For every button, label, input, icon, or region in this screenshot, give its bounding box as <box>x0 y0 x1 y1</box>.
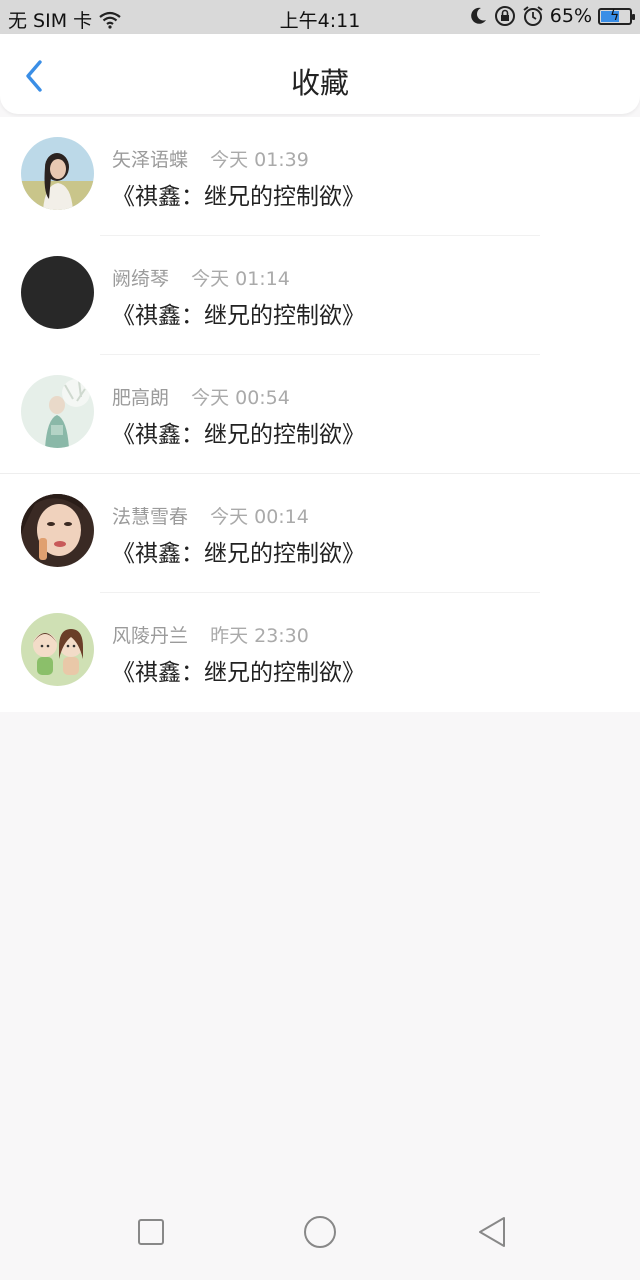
username: 肥高朗 <box>112 387 170 409</box>
triangle-left-icon <box>479 1217 505 1247</box>
rotation-lock-icon <box>494 5 516 27</box>
favorites-list: 矢泽语蝶 今天 01:39 《祺鑫：继兄的控制欲》 阙绮琴 今天 01:14 《… <box>0 117 640 712</box>
recent-apps-button[interactable] <box>131 1212 171 1252</box>
list-item[interactable]: 法慧雪春 今天 00:14 《祺鑫：继兄的控制欲》 <box>0 474 640 593</box>
list-item[interactable]: 肥高朗 今天 00:54 《祺鑫：继兄的控制欲》 <box>0 355 640 474</box>
avatar[interactable] <box>21 256 94 329</box>
circle-icon <box>304 1216 336 1248</box>
nav-back-button[interactable] <box>472 1212 512 1252</box>
item-title: 《祺鑫：继兄的控制欲》 <box>112 184 365 210</box>
battery-percent: 65% <box>549 5 592 27</box>
timestamp: 今天 01:14 <box>191 268 290 290</box>
page-title: 收藏 <box>290 66 349 100</box>
moon-icon <box>468 6 488 26</box>
list-item[interactable]: 矢泽语蝶 今天 01:39 《祺鑫：继兄的控制欲》 <box>0 117 640 236</box>
item-title: 《祺鑫：继兄的控制欲》 <box>112 541 365 567</box>
timestamp: 昨天 23:30 <box>210 625 309 647</box>
item-meta: 肥高朗 今天 00:54 <box>112 383 290 410</box>
battery-icon: ϟ <box>598 7 635 25</box>
timestamp: 今天 00:54 <box>191 387 290 409</box>
list-item[interactable]: 阙绮琴 今天 01:14 《祺鑫：继兄的控制欲》 <box>0 236 640 355</box>
item-title: 《祺鑫：继兄的控制欲》 <box>112 422 365 448</box>
item-meta: 阙绮琴 今天 01:14 <box>112 264 290 291</box>
username: 法慧雪春 <box>112 506 189 528</box>
timestamp: 今天 00:14 <box>210 506 309 528</box>
avatar[interactable] <box>21 613 94 686</box>
alarm-icon <box>522 5 544 27</box>
avatar[interactable] <box>21 494 94 567</box>
home-button[interactable] <box>300 1212 340 1252</box>
item-meta: 矢泽语蝶 今天 01:39 <box>112 145 309 172</box>
timestamp: 今天 01:39 <box>210 149 309 171</box>
header: 收藏 <box>0 34 640 114</box>
username: 风陵丹兰 <box>112 625 189 647</box>
username: 矢泽语蝶 <box>112 149 189 171</box>
avatar[interactable] <box>21 375 94 448</box>
charging-bolt-icon: ϟ <box>610 7 620 24</box>
item-title: 《祺鑫：继兄的控制欲》 <box>112 660 365 686</box>
status-bar: 无 SIM 卡 上午4:11 65% ϟ <box>0 0 640 34</box>
username: 阙绮琴 <box>112 268 170 290</box>
item-meta: 法慧雪春 今天 00:14 <box>112 502 309 529</box>
item-title: 《祺鑫：继兄的控制欲》 <box>112 303 365 329</box>
status-right: 65% ϟ <box>468 5 635 27</box>
square-icon <box>138 1219 164 1245</box>
list-item[interactable]: 风陵丹兰 昨天 23:30 《祺鑫：继兄的控制欲》 <box>0 593 640 712</box>
system-nav-bar <box>0 1190 640 1280</box>
item-meta: 风陵丹兰 昨天 23:30 <box>112 621 309 648</box>
avatar[interactable] <box>21 137 94 210</box>
